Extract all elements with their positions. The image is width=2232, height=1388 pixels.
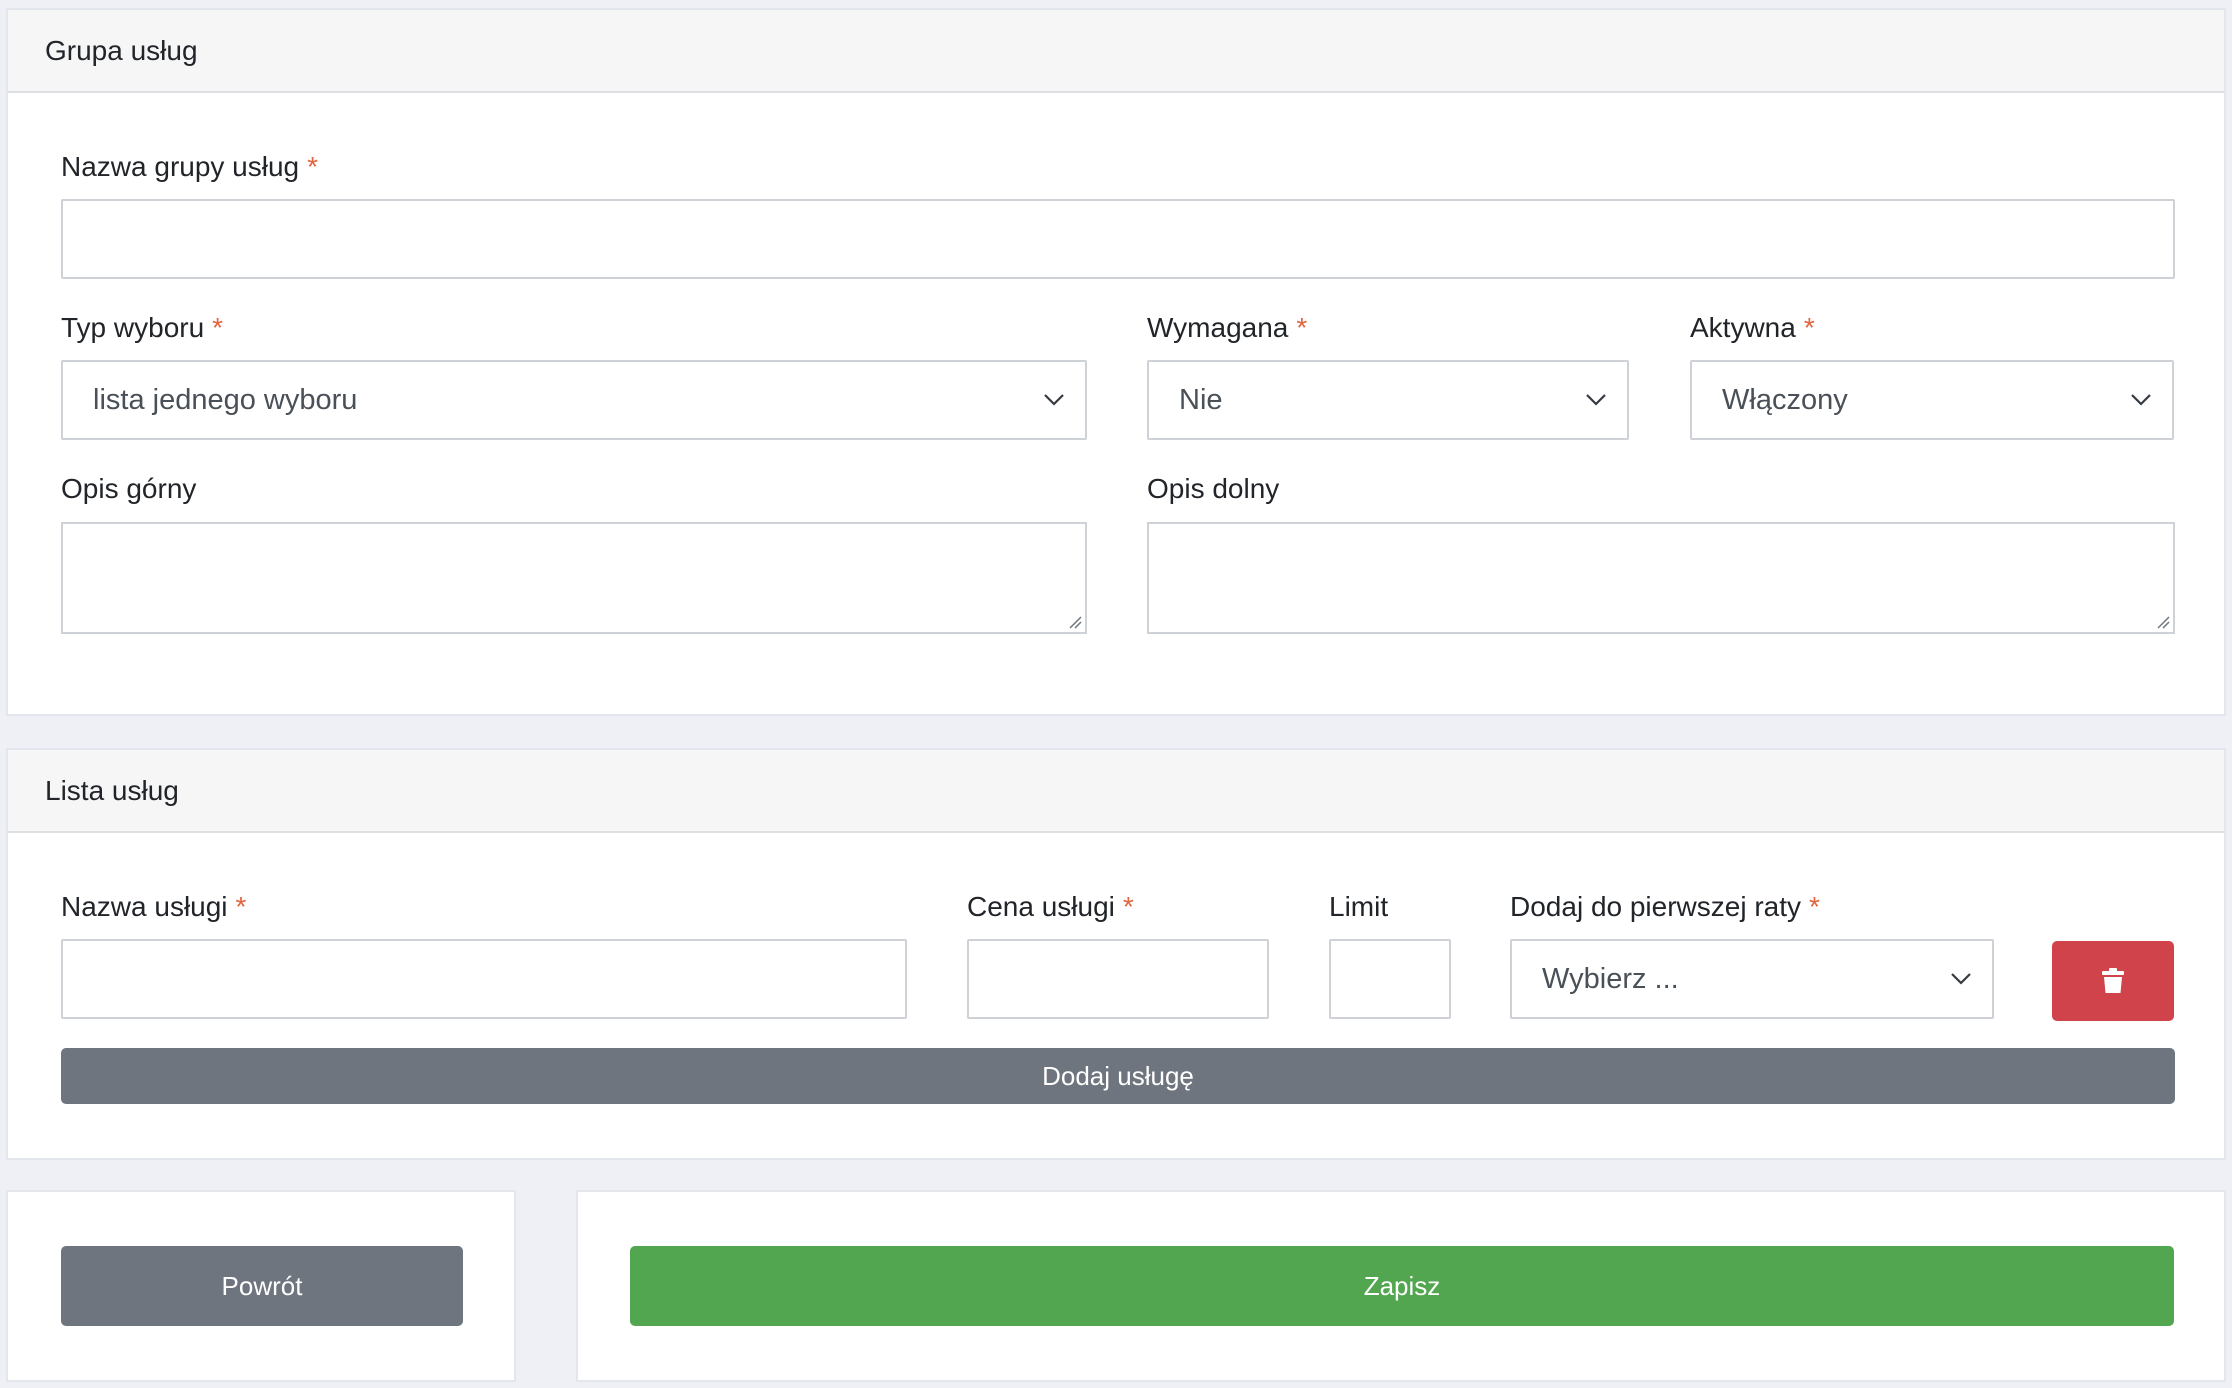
first-installment-value: Wybierz ... [1542, 962, 1679, 995]
group-card: Grupa usług Nazwa grupy usług * Typ wybor… [6, 8, 2226, 716]
group-card-header: Grupa usług [8, 10, 2224, 93]
choice-type-select[interactable]: lista jednego wyboru [61, 360, 1087, 440]
group-card-title: Grupa usług [45, 34, 198, 66]
save-button[interactable]: Zapisz [630, 1246, 2174, 1326]
top-description-textarea[interactable] [61, 522, 1087, 634]
required-select[interactable]: Nie [1147, 360, 1629, 440]
required-marker: * [1296, 312, 1308, 343]
first-installment-select[interactable]: Wybierz ... [1510, 939, 1994, 1019]
choice-type-label: Typ wyboru * [61, 312, 224, 343]
limit-input[interactable] [1329, 939, 1451, 1019]
active-label: Aktywna * [1690, 312, 1815, 343]
bottom-description-textarea[interactable] [1147, 522, 2175, 634]
required-marker: * [307, 151, 319, 182]
back-card: Powrót [6, 1190, 516, 1382]
top-description-label: Opis górny [61, 473, 197, 504]
service-price-input[interactable] [967, 939, 1269, 1019]
back-button[interactable]: Powrót [61, 1246, 463, 1326]
services-card-header: Lista usług [8, 750, 2224, 833]
trash-icon [2102, 968, 2124, 993]
required-marker: * [1122, 891, 1134, 922]
service-price-label: Cena usługi * [967, 891, 1134, 922]
required-label: Wymagana * [1147, 312, 1308, 343]
limit-label: Limit [1329, 891, 1389, 922]
service-group-form-page: Grupa usług Nazwa grupy usług * Typ wybor… [0, 0, 2232, 1388]
services-card: Lista usług Nazwa usługi * Cena usługi * L… [6, 748, 2226, 1160]
chevron-down-icon [1044, 394, 1064, 406]
save-card: Zapisz [576, 1190, 2226, 1382]
required-marker: * [235, 891, 247, 922]
add-service-button[interactable]: Dodaj usługę [61, 1048, 2175, 1104]
chevron-down-icon [1586, 394, 1606, 406]
chevron-down-icon [1951, 973, 1971, 985]
chevron-down-icon [2131, 394, 2151, 406]
resize-grip-icon[interactable] [2154, 613, 2170, 629]
resize-grip-icon[interactable] [1066, 613, 1082, 629]
first-installment-label: Dodaj do pierwszej raty * [1510, 891, 1820, 922]
required-marker: * [212, 312, 224, 343]
active-select[interactable]: Włączony [1690, 360, 2174, 440]
service-name-label: Nazwa usługi * [61, 891, 247, 922]
active-value: Włączony [1722, 383, 1848, 416]
delete-service-button[interactable] [2052, 941, 2174, 1021]
bottom-description-label: Opis dolny [1147, 473, 1280, 504]
choice-type-value: lista jednego wyboru [93, 383, 358, 416]
services-card-title: Lista usług [45, 774, 179, 806]
required-marker: * [1803, 312, 1815, 343]
group-name-input[interactable] [61, 199, 2175, 279]
service-name-input[interactable] [61, 939, 907, 1019]
required-marker: * [1809, 891, 1820, 922]
group-name-label: Nazwa grupy usług * [61, 151, 319, 182]
required-value: Nie [1179, 383, 1223, 416]
